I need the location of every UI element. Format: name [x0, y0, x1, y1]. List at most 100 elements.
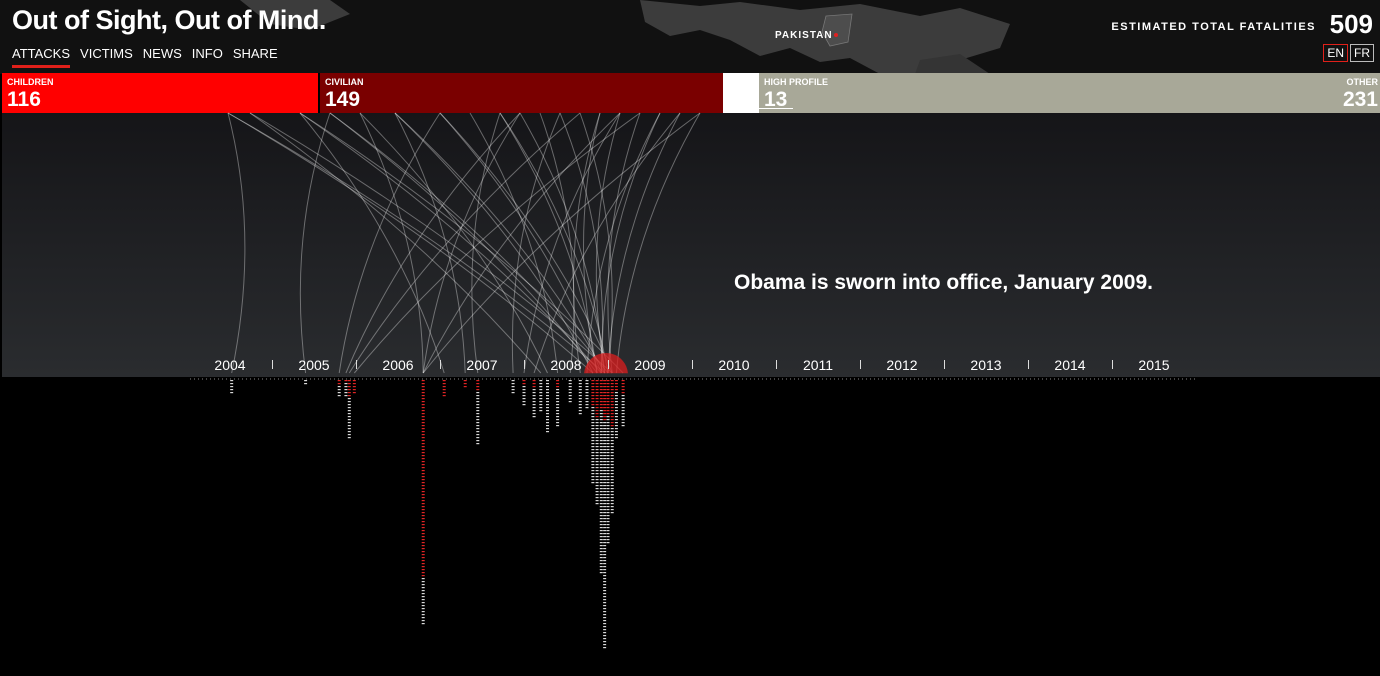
casualty-mark — [522, 404, 526, 406]
casualty-mark — [546, 386, 550, 388]
casualty-mark — [591, 428, 595, 430]
casualty-mark — [568, 380, 572, 382]
casualty-mark — [599, 470, 603, 472]
attack-bar[interactable] — [599, 380, 603, 574]
child-casualty-mark — [606, 410, 610, 412]
attack-bar[interactable] — [568, 380, 572, 403]
casualty-mark — [421, 590, 425, 592]
casualty-mark — [599, 443, 603, 445]
attack-bar[interactable] — [556, 380, 560, 427]
casualty-mark — [546, 380, 550, 382]
child-casualty-mark — [347, 386, 351, 388]
child-casualty-mark — [610, 389, 614, 391]
attack-bar[interactable] — [511, 380, 515, 394]
casualty-mark — [546, 425, 550, 427]
casualty-mark — [599, 563, 603, 565]
attack-bar[interactable] — [230, 380, 234, 394]
attack-bar[interactable] — [442, 380, 446, 397]
child-casualty-mark — [591, 392, 595, 394]
casualty-mark — [532, 389, 536, 391]
child-casualty-mark — [610, 386, 614, 388]
casualty-mark — [591, 452, 595, 454]
attack-bar[interactable] — [352, 380, 356, 394]
casualty-mark — [603, 623, 607, 625]
attack-bar[interactable] — [347, 380, 351, 439]
casualty-mark — [614, 401, 618, 403]
attack-bar[interactable] — [344, 380, 348, 397]
attack-bar[interactable] — [546, 380, 550, 433]
casualty-mark — [344, 386, 348, 388]
casualty-mark — [606, 488, 610, 490]
year-label: 2012 — [886, 357, 918, 373]
attack-bar[interactable] — [304, 380, 308, 385]
casualty-mark — [595, 431, 599, 433]
casualty-mark — [591, 473, 595, 475]
child-casualty-mark — [603, 401, 607, 403]
attack-bar[interactable] — [606, 380, 610, 544]
casualty-mark — [610, 449, 614, 451]
casualty-mark — [591, 410, 595, 412]
casualty-mark — [610, 497, 614, 499]
casualty-mark — [568, 395, 572, 397]
attack-bar[interactable] — [539, 380, 543, 412]
casualty-mark — [603, 560, 607, 562]
child-casualty-mark — [591, 395, 595, 397]
casualty-mark — [595, 458, 599, 460]
casualty-mark — [585, 392, 589, 394]
casualty-mark — [591, 470, 595, 472]
casualty-mark — [599, 536, 603, 538]
casualty-mark — [610, 488, 614, 490]
attack-bar[interactable] — [595, 380, 599, 505]
attack-bar[interactable] — [591, 380, 595, 484]
casualty-mark — [421, 614, 425, 616]
casualty-mark — [421, 611, 425, 613]
casualty-mark — [610, 509, 614, 511]
attack-bar[interactable] — [476, 380, 480, 445]
casualty-mark — [476, 398, 480, 400]
attack-bar[interactable] — [532, 380, 536, 418]
attack-bar[interactable] — [621, 380, 625, 427]
casualty-mark — [610, 473, 614, 475]
casualty-mark — [421, 587, 425, 589]
child-casualty-mark — [614, 389, 618, 391]
casualty-mark — [595, 488, 599, 490]
child-casualty-mark — [421, 536, 425, 538]
child-casualty-mark — [610, 404, 614, 406]
child-casualty-mark — [599, 389, 603, 391]
attack-bar[interactable] — [337, 380, 341, 397]
attack-bar[interactable] — [610, 380, 614, 514]
casualty-mark — [599, 425, 603, 427]
casualty-mark — [546, 422, 550, 424]
attack-bar[interactable] — [578, 380, 582, 415]
casualty-mark — [599, 566, 603, 568]
casualty-mark — [595, 428, 599, 430]
casualty-mark — [511, 389, 515, 391]
casualty-mark — [606, 524, 610, 526]
attack-bar[interactable] — [522, 380, 526, 406]
casualty-mark — [347, 422, 351, 424]
casualty-mark — [606, 527, 610, 529]
casualty-mark — [421, 602, 425, 604]
attack-bar[interactable] — [603, 380, 607, 649]
casualty-mark — [610, 431, 614, 433]
child-casualty-mark — [463, 386, 467, 388]
child-casualty-mark — [347, 380, 351, 382]
child-casualty-mark — [442, 389, 446, 391]
casualty-mark — [522, 389, 526, 391]
attack-bar[interactable] — [614, 380, 618, 439]
casualty-mark — [599, 569, 603, 571]
casualty-mark — [546, 401, 550, 403]
child-casualty-mark — [421, 392, 425, 394]
attack-bar[interactable] — [585, 380, 589, 409]
casualty-mark — [603, 566, 607, 568]
casualty-mark — [595, 434, 599, 436]
child-casualty-mark — [599, 386, 603, 388]
attack-bar[interactable] — [463, 380, 467, 388]
attack-bar[interactable] — [421, 380, 425, 625]
casualty-mark — [578, 389, 582, 391]
casualty-mark — [595, 482, 599, 484]
casualty-mark — [599, 479, 603, 481]
casualty-mark — [603, 536, 607, 538]
child-casualty-mark — [610, 392, 614, 394]
casualty-mark — [603, 617, 607, 619]
